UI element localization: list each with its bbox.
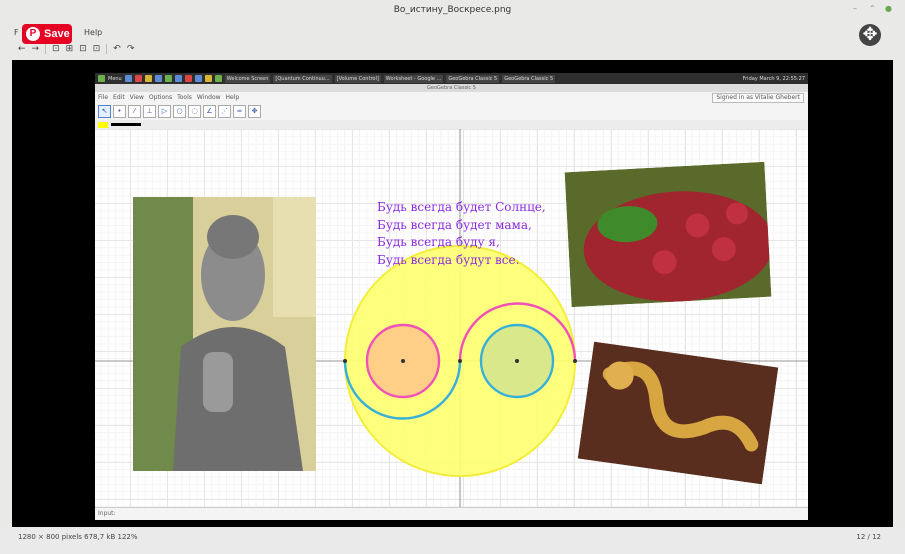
geogebra-menu: File Edit View Options Tools Window Help [95, 92, 808, 103]
fit-window-icon[interactable]: ⊡ [52, 44, 60, 54]
viewer-toolbar: ← → ⊡ ⊞ ⊡ ⊡ ↶ ↷ [18, 42, 134, 56]
point [573, 359, 577, 363]
save-label: Save [44, 28, 70, 40]
ellipse-tool-icon: ◌ [188, 105, 201, 118]
gg-menu-help: Help [225, 94, 240, 101]
back-arrow-icon[interactable]: ← [18, 44, 26, 54]
app-icon [154, 75, 162, 82]
polygon-tool-icon: ▷ [158, 105, 171, 118]
app-icon [194, 75, 202, 82]
angle-tool-icon: ∠ [203, 105, 216, 118]
app-icon [214, 75, 222, 82]
app-icon [174, 75, 182, 82]
style-bar [95, 120, 808, 129]
poem-line: Будь всегда будет мама, [377, 217, 532, 232]
slider-tool-icon: ═ [233, 105, 246, 118]
input-bar: Input: [95, 507, 808, 520]
gg-menu-file: File [98, 94, 109, 101]
poem-line: Будь всегда будут все. [377, 252, 520, 267]
menu-file[interactable]: F [14, 28, 19, 37]
geogebra-title: GeoGebra Classic 5 [95, 84, 808, 92]
taskbar-item: GeoGebra Classic 5 [502, 74, 556, 83]
toolbar-divider [106, 44, 108, 54]
menu-icon [98, 75, 105, 82]
taskbar-item: Welcome Screen [224, 74, 271, 83]
page-counter: 12 / 12 [856, 533, 881, 541]
taskbar-item: Worksheet - Google ... [383, 74, 444, 83]
point-tool-icon: • [113, 105, 126, 118]
maximize-icon[interactable]: ⌃ [869, 5, 877, 13]
forward-arrow-icon[interactable]: → [32, 44, 40, 54]
raspberries-image [564, 161, 772, 308]
app-icon [124, 75, 132, 82]
taskbar-item: [Quantum Continuu... [273, 74, 332, 83]
buddha-svg [133, 197, 316, 471]
toolbar-divider [45, 44, 47, 54]
fill-color-swatch [98, 121, 108, 128]
gg-menu-options: Options [148, 94, 173, 101]
point [515, 359, 519, 363]
zoom-out-icon[interactable]: ⊡ [93, 44, 101, 54]
geogebra-toolbar: ↖ • ⁄ ⊥ ▷ ○ ◌ ∠ ⋰ ═ ✥ [95, 103, 808, 120]
pinterest-icon: P [26, 27, 40, 41]
circle-tool-icon: ○ [173, 105, 186, 118]
move-view-tool-icon: ✥ [248, 105, 261, 118]
taskbar-item: GeoGebra Classic 5 [446, 74, 500, 83]
point [458, 359, 462, 363]
minimize-icon[interactable]: – [853, 5, 861, 13]
gg-menu-tools: Tools [177, 94, 192, 101]
rotate-right-icon[interactable]: ↷ [127, 44, 135, 54]
point [401, 359, 405, 363]
gg-menu-view: View [129, 94, 144, 101]
app-icon [184, 75, 192, 82]
app-icon [134, 75, 142, 82]
point [343, 359, 347, 363]
app-icon [144, 75, 152, 82]
rotate-left-icon[interactable]: ↶ [113, 44, 121, 54]
line-tool-icon: ⁄ [128, 105, 141, 118]
displayed-image: Menu Welcome Screen [Quantum Continuu...… [95, 73, 808, 520]
buddha-image [133, 197, 316, 471]
actual-size-icon[interactable]: ⊞ [66, 44, 74, 54]
move-tool-icon: ↖ [98, 105, 111, 118]
zoom-in-icon[interactable]: ⊡ [79, 44, 87, 54]
signed-in-label: Signed in as Vitalie Ghebert [712, 93, 804, 103]
zoom-move-icon[interactable]: ✥ [859, 24, 881, 46]
line-style-swatch [111, 123, 141, 126]
poem-line: Будь всегда будет Солнце, [377, 200, 546, 214]
window-controls: – ⌃ ● [853, 5, 893, 13]
pinterest-save-button[interactable]: P Save [22, 24, 72, 44]
perpendicular-tool-icon: ⊥ [143, 105, 156, 118]
desktop-taskbar: Menu Welcome Screen [Quantum Continuu...… [95, 73, 808, 84]
window-title: Во_истину_Воскресе.png [393, 5, 512, 15]
reflect-tool-icon: ⋰ [218, 105, 231, 118]
menu-help[interactable]: Help [84, 28, 102, 37]
raspberries-svg [564, 161, 772, 308]
gg-menu-window: Window [196, 94, 221, 101]
gg-menu-edit: Edit [113, 94, 125, 101]
close-icon[interactable]: ● [885, 5, 893, 13]
status-bar: 1280 × 800 pixels 678,7 kB 122% 12 / 12 [0, 527, 905, 554]
image-info: 1280 × 800 pixels 678,7 kB 122% [18, 533, 138, 541]
taskbar-item: [Volume Control] [334, 74, 381, 83]
app-icon [164, 75, 172, 82]
app-icon [204, 75, 212, 82]
poem-text: Будь всегда будет Солнце, Будь всегда бу… [377, 199, 546, 269]
poem-line: Будь всегда буду я, [377, 235, 500, 249]
taskbar-clock: Friday March 9, 22:55:27 [742, 75, 805, 82]
graphics-view: Будь всегда будет Солнце, Будь всегда бу… [95, 129, 808, 507]
taskbar-item: Menu [108, 75, 122, 82]
